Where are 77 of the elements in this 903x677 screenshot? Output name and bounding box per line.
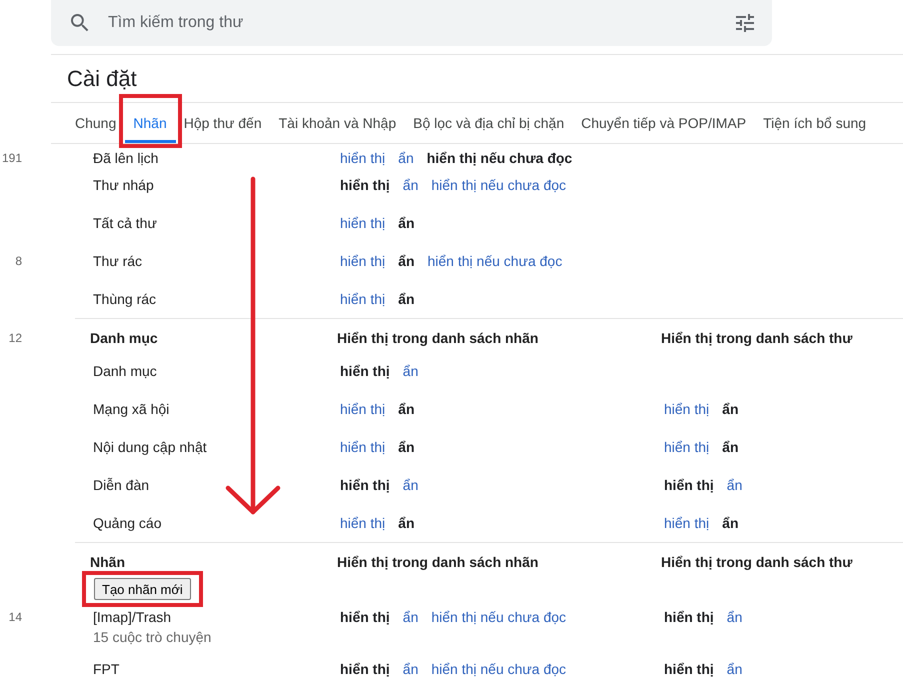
visibility-option[interactable]: ẩn xyxy=(402,609,418,625)
visibility-option[interactable]: hiển thị xyxy=(340,515,386,531)
visibility-option[interactable]: hiển thị xyxy=(340,150,386,166)
label-name: Thư nháp xyxy=(93,177,154,193)
settings-tab[interactable]: Bộ lọc và địa chỉ bị chặn xyxy=(405,103,574,143)
section-heading: Danh mục xyxy=(90,329,158,347)
visibility-option: hiển thị xyxy=(664,477,714,493)
visibility-option[interactable]: ẩn xyxy=(726,609,742,625)
visibility-option[interactable]: ẩn xyxy=(402,363,418,379)
label-name: Quảng cáo xyxy=(93,515,162,531)
visibility-option: hiển thị xyxy=(340,661,390,677)
visibility-option: ẩn xyxy=(398,439,414,455)
visibility-option: ẩn xyxy=(398,291,414,307)
visibility-option[interactable]: ẩn xyxy=(726,661,742,677)
settings-tab[interactable]: Hộp thư đến xyxy=(176,103,271,143)
label-count: 14 xyxy=(8,610,22,624)
label-count: 8 xyxy=(15,254,22,268)
visibility-option[interactable]: hiển thị xyxy=(664,439,710,455)
visibility-option[interactable]: hiển thị xyxy=(664,515,710,531)
section-heading: Nhãn xyxy=(90,553,125,571)
visibility-option: hiển thị xyxy=(664,609,714,625)
label-name: Đã lên lịch xyxy=(93,150,158,166)
visibility-option: hiển thị xyxy=(340,609,390,625)
visibility-option[interactable]: ẩn xyxy=(402,177,418,193)
label-name: FPT xyxy=(93,661,120,677)
page-title: Cài đặt xyxy=(67,64,137,92)
column-heading: Hiển thị trong danh sách nhãn xyxy=(337,329,538,347)
visibility-option: ẩn xyxy=(398,515,414,531)
visibility-option[interactable]: hiển thị xyxy=(664,401,710,417)
visibility-option: ẩn xyxy=(722,439,738,455)
label-count: 12 xyxy=(8,331,22,345)
column-heading: Hiển thị trong danh sách nhãn xyxy=(337,553,538,571)
visibility-option[interactable]: hiển thị nếu chưa đọc xyxy=(431,661,566,677)
settings-tab[interactable]: Tiện ích bổ sung xyxy=(755,103,876,143)
visibility-option: ẩn xyxy=(722,401,738,417)
visibility-option[interactable]: hiển thị xyxy=(340,439,386,455)
visibility-option: ẩn xyxy=(722,515,738,531)
label-name: Mạng xã hội xyxy=(93,401,170,417)
visibility-option: hiển thị xyxy=(340,477,390,493)
visibility-option[interactable]: hiển thị xyxy=(340,401,386,417)
visibility-option[interactable]: ẩn xyxy=(726,477,742,493)
label-name: Thùng rác xyxy=(93,291,156,307)
create-label-button[interactable]: Tạo nhãn mới xyxy=(94,578,191,600)
visibility-option[interactable]: ẩn xyxy=(402,661,418,677)
visibility-option: hiển thị xyxy=(340,177,390,193)
visibility-option[interactable]: hiển thị xyxy=(340,215,386,231)
label-name: Tất cả thư xyxy=(93,215,157,231)
label-name: Diễn đàn xyxy=(93,477,150,493)
sliders-icon[interactable] xyxy=(736,14,754,32)
search-input[interactable]: Tìm kiếm trong thư xyxy=(108,11,716,35)
conversation-count: 15 cuộc trò chuyện xyxy=(93,629,212,645)
visibility-option[interactable]: hiển thị xyxy=(340,253,386,269)
label-name: Thư rác xyxy=(93,253,142,269)
label-count: 191 xyxy=(2,151,22,165)
settings-tab[interactable]: Chuyển tiếp và POP/IMAP xyxy=(573,103,756,143)
search-icon[interactable] xyxy=(71,14,89,32)
visibility-option: ẩn xyxy=(398,401,414,417)
visibility-option: hiển thị xyxy=(340,363,390,379)
label-name: Nội dung cập nhật xyxy=(93,439,207,455)
visibility-option: ẩn xyxy=(398,253,414,269)
column-heading: Hiển thị trong danh sách thư xyxy=(661,329,852,347)
visibility-option[interactable]: hiển thị xyxy=(340,291,386,307)
settings-tab[interactable]: Tài khoản và Nhập xyxy=(270,103,406,143)
visibility-option: ẩn xyxy=(398,215,414,231)
label-name: Danh mục xyxy=(93,363,157,379)
visibility-option: hiển thị nếu chưa đọc xyxy=(426,150,572,166)
visibility-option[interactable]: hiển thị nếu chưa đọc xyxy=(431,177,566,193)
visibility-option[interactable]: ẩn xyxy=(402,477,418,493)
column-heading: Hiển thị trong danh sách thư xyxy=(661,553,852,571)
settings-tab[interactable]: Chung xyxy=(67,103,126,143)
visibility-option[interactable]: ẩn xyxy=(398,150,414,166)
visibility-option: hiển thị xyxy=(664,661,714,677)
visibility-option[interactable]: hiển thị nếu chưa đọc xyxy=(428,253,562,269)
visibility-option[interactable]: hiển thị nếu chưa đọc xyxy=(431,609,566,625)
label-name: [Imap]/Trash xyxy=(93,609,172,625)
settings-tab[interactable]: Nhãn xyxy=(125,103,176,143)
search-field[interactable]: Tìm kiếm trong thư xyxy=(51,0,772,46)
